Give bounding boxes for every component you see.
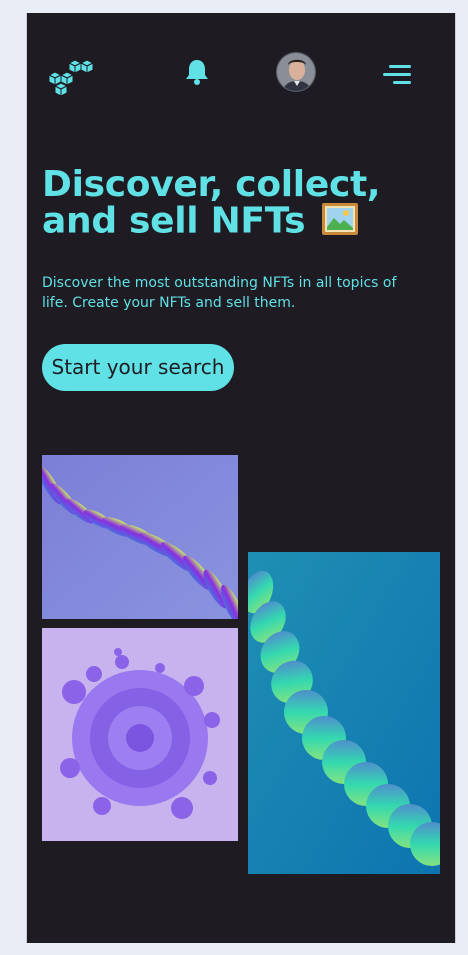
hamburger-menu-icon[interactable] [383,64,413,86]
user-avatar[interactable] [276,52,316,92]
bell-icon[interactable] [184,58,210,86]
hero-description: Discover the most outstanding NFTs in al… [42,275,397,311]
start-search-button[interactable]: Start your search [42,344,234,391]
cubes-logo-icon[interactable] [47,59,97,97]
purple-wave-art[interactable] [42,455,238,619]
teal-wave-art[interactable] [248,552,440,874]
framed-picture-icon [321,203,358,242]
purple-spiral-art[interactable] [42,628,238,841]
hero-title: Discover, collect, and sell NFTs [42,167,382,242]
app-screen: Discover, collect, and sell NFTs Discove… [26,13,456,943]
